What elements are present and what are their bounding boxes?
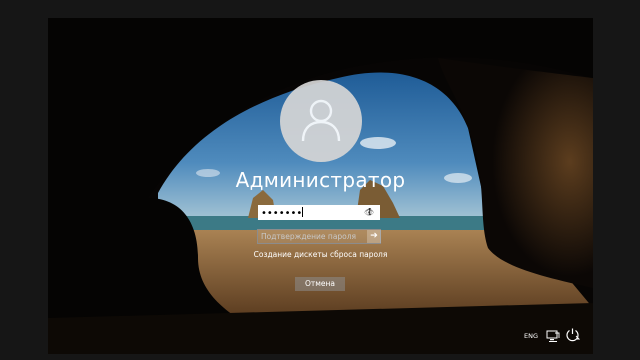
user-name: Администратор [235, 168, 406, 192]
vm-screen: Администратор ••••••• 👁 I Подтверждение … [48, 18, 593, 354]
arrow-right-icon[interactable]: ➔ [367, 230, 381, 243]
network-icon[interactable] [546, 328, 560, 347]
user-avatar [280, 80, 362, 162]
cancel-button[interactable]: Отмена [295, 277, 345, 291]
power-icon[interactable] [565, 327, 581, 346]
language-indicator[interactable]: ENG [524, 332, 538, 340]
password-dots: ••••••• [261, 208, 303, 219]
mouse-ibeam-icon: I [368, 208, 372, 218]
user-avatar-icon [301, 99, 341, 142]
confirm-password-input[interactable]: Подтверждение пароля [257, 229, 381, 244]
text-caret [302, 207, 304, 217]
reset-disk-link[interactable]: Создание дискеты сброса пароля [48, 250, 593, 259]
